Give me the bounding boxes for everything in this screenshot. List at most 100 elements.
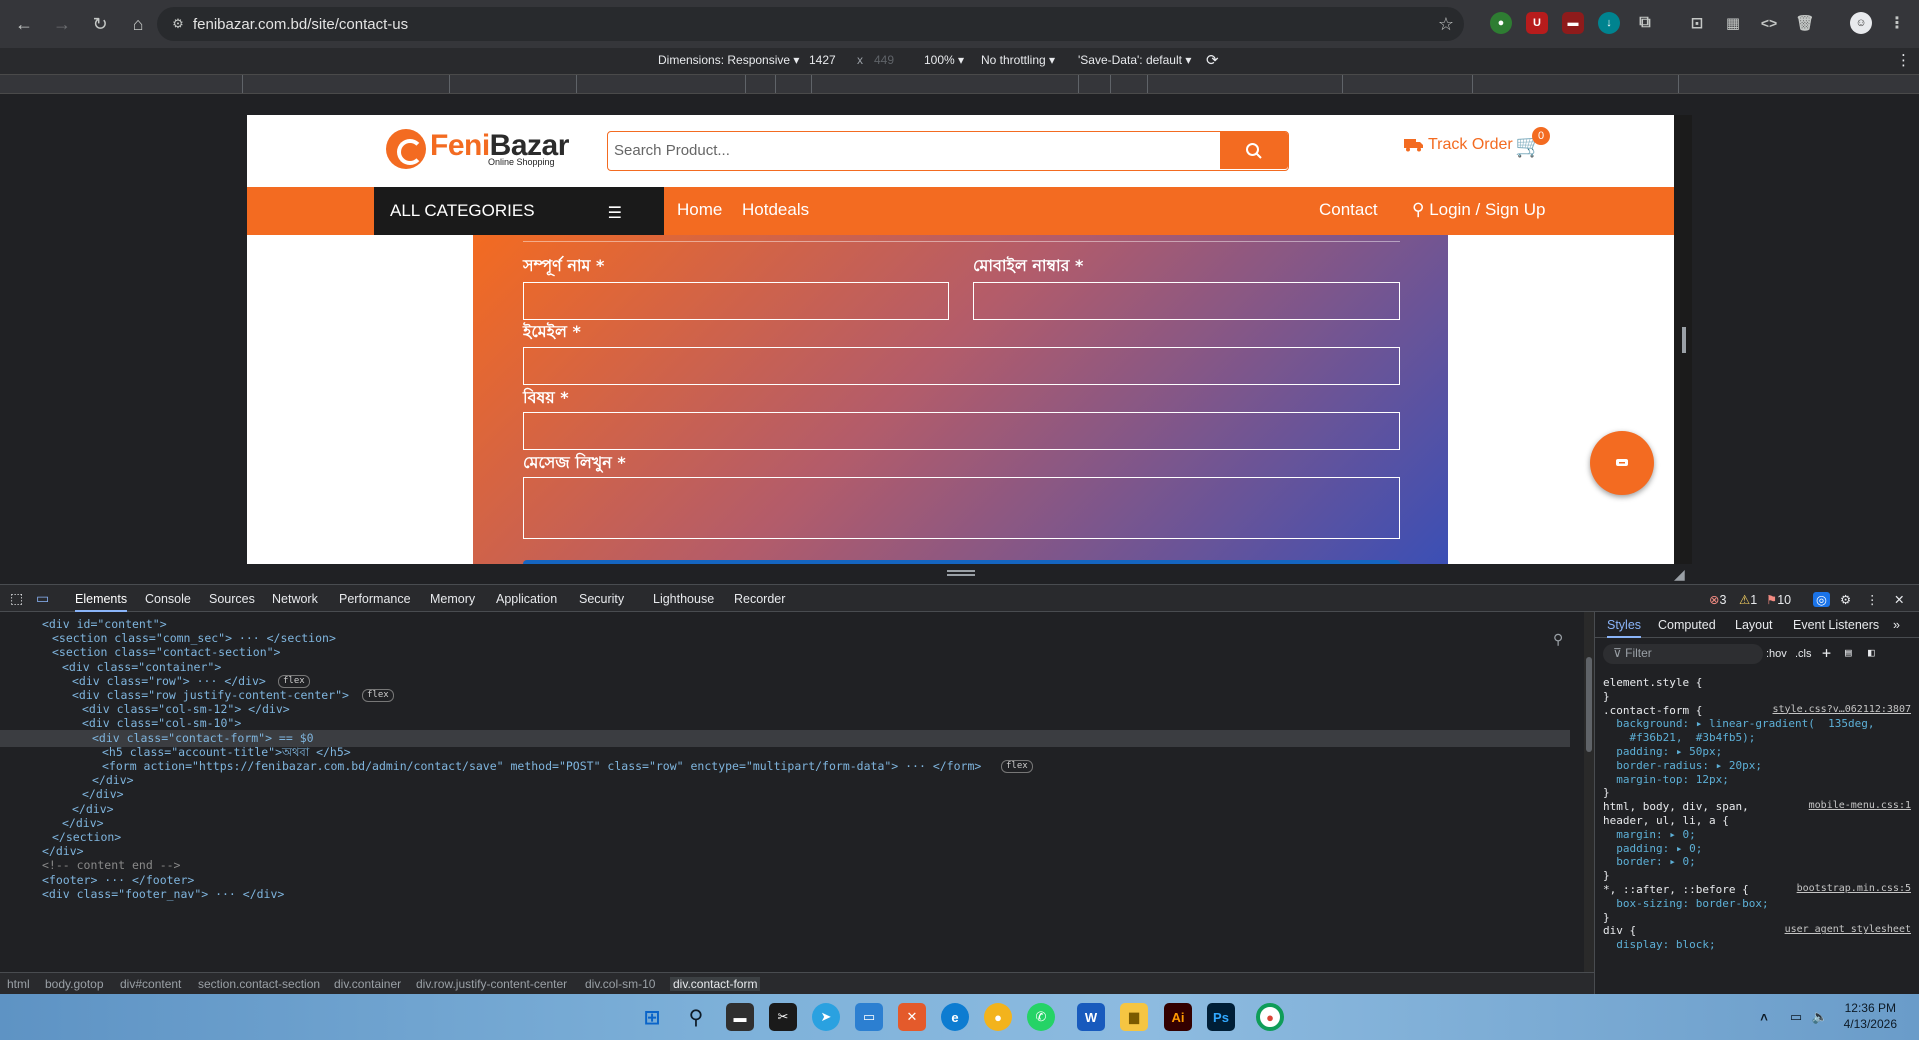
download-extension-icon[interactable]: ↓ bbox=[1598, 12, 1620, 34]
close-devtools-icon[interactable]: ✕ bbox=[1894, 592, 1904, 607]
breadcrumb-item[interactable]: div.row.justify-content-center bbox=[416, 977, 567, 991]
rotate-icon[interactable]: ⟳ bbox=[1206, 51, 1219, 69]
chat-button[interactable] bbox=[1590, 431, 1654, 495]
fenibazar-logo-icon[interactable] bbox=[386, 129, 426, 169]
device-toggle-icon[interactable]: ▭ bbox=[36, 590, 49, 607]
email-input[interactable] bbox=[523, 347, 1400, 385]
css-rule-line[interactable]: #f36b21, #3b4fb5); bbox=[1603, 731, 1755, 744]
css-rule-line[interactable]: padding: ▸ 0; bbox=[1603, 842, 1702, 855]
css-rule-line[interactable]: .contact-form { bbox=[1603, 704, 1702, 717]
qr-code-icon[interactable]: ▦ bbox=[1722, 12, 1744, 34]
breadcrumb-item[interactable]: html bbox=[7, 977, 30, 991]
css-rule-line[interactable]: display: block; bbox=[1603, 938, 1715, 951]
devtools-code-icon[interactable]: <> bbox=[1758, 12, 1780, 34]
ublock-icon[interactable]: U bbox=[1526, 12, 1548, 34]
breadcrumb-item[interactable]: div.col-sm-10 bbox=[585, 977, 655, 991]
css-rule-line[interactable]: border: ▸ 0; bbox=[1603, 855, 1695, 868]
more-tabs-icon[interactable]: » bbox=[1893, 618, 1900, 632]
width-input[interactable]: 1427 bbox=[809, 53, 836, 67]
elements-tree[interactable]: <div id="content"> <section class="comn_s… bbox=[0, 612, 1584, 972]
forward-icon[interactable]: → bbox=[44, 6, 80, 42]
zoom-select[interactable]: 100% ▾ bbox=[924, 53, 964, 67]
screenshot-icon[interactable]: ⊡ bbox=[1686, 12, 1708, 34]
breadcrumb-item[interactable]: body.gotop bbox=[45, 977, 104, 991]
telegram-icon[interactable]: ➤ bbox=[812, 1003, 840, 1031]
url-text[interactable]: fenibazar.com.bd/site/contact-us bbox=[193, 16, 408, 33]
height-input[interactable]: 449 bbox=[874, 53, 894, 67]
error-count[interactable]: ⊗3 bbox=[1709, 592, 1726, 607]
tab-lighthouse[interactable]: Lighthouse bbox=[653, 592, 714, 606]
tab-layout[interactable]: Layout bbox=[1735, 618, 1773, 632]
tray-chevron-icon[interactable]: ˄ bbox=[1750, 1003, 1778, 1031]
tab-memory[interactable]: Memory bbox=[430, 592, 475, 606]
address-bar[interactable]: ⚙ fenibazar.com.bd/site/contact-us ☆ bbox=[157, 7, 1464, 41]
tab-event-listeners[interactable]: Event Listeners bbox=[1793, 618, 1879, 632]
system-clock[interactable]: 12:36 PM 4/13/2026 bbox=[1844, 1000, 1897, 1032]
breadcrumb-item[interactable]: div.container bbox=[334, 977, 401, 991]
css-source-link[interactable]: style.css?v…062112:3807 bbox=[1773, 704, 1911, 715]
photoshop-icon[interactable]: Ps bbox=[1207, 1003, 1235, 1031]
tab-network[interactable]: Network bbox=[272, 592, 318, 606]
paint-icon[interactable]: ▤ bbox=[1845, 646, 1852, 659]
track-order-link[interactable]: Track Order bbox=[1404, 136, 1513, 154]
save-data-select[interactable]: 'Save-Data': default ▾ bbox=[1078, 53, 1191, 67]
dom-node[interactable]: <div class="footer_nav"> ··· </div> bbox=[0, 886, 1570, 903]
app-icon-2[interactable]: ▭ bbox=[855, 1003, 883, 1031]
tab-computed[interactable]: Computed bbox=[1658, 618, 1716, 632]
tab-console[interactable]: Console bbox=[145, 592, 191, 606]
css-source-link[interactable]: user agent stylesheet bbox=[1785, 924, 1911, 935]
css-source-link[interactable]: mobile-menu.css:1 bbox=[1809, 800, 1911, 811]
search-icon[interactable]: ⚲ bbox=[682, 1003, 710, 1031]
css-rule-line[interactable]: html, body, div, span, bbox=[1603, 800, 1749, 813]
volume-icon[interactable]: 🔈 bbox=[1806, 1003, 1834, 1031]
profile-avatar[interactable]: ☺ bbox=[1850, 12, 1872, 34]
extension-icon-1[interactable]: ● bbox=[1490, 12, 1512, 34]
flex-badge[interactable]: flex bbox=[362, 689, 394, 702]
search-button[interactable] bbox=[1220, 132, 1288, 169]
dimensions-select[interactable]: Dimensions: Responsive ▾ bbox=[658, 53, 799, 67]
home-icon[interactable]: ⌂ bbox=[120, 6, 156, 42]
app-icon-3[interactable]: ● bbox=[984, 1003, 1012, 1031]
css-rule-line[interactable]: } bbox=[1603, 786, 1610, 799]
breadcrumb-item[interactable]: section.contact-section bbox=[198, 977, 320, 991]
cls-toggle[interactable]: .cls bbox=[1795, 648, 1812, 660]
css-rule-line[interactable]: margin: ▸ 0; bbox=[1603, 828, 1695, 841]
elements-scrollbar[interactable] bbox=[1584, 612, 1594, 972]
settings-gear-icon[interactable]: ⚙ bbox=[1840, 592, 1851, 607]
chrome-icon[interactable]: ● bbox=[1256, 1003, 1284, 1031]
nav-contact[interactable]: Contact bbox=[1319, 200, 1378, 220]
styles-filter-input[interactable]: ⊽ Filter bbox=[1603, 644, 1763, 664]
reload-icon[interactable]: ↻ bbox=[82, 6, 118, 42]
extensions-puzzle-icon[interactable]: ⧉ bbox=[1634, 12, 1656, 34]
file-explorer-icon[interactable]: ▆ bbox=[1120, 1003, 1148, 1031]
css-source-link[interactable]: bootstrap.min.css:5 bbox=[1797, 883, 1911, 894]
flex-badge[interactable]: flex bbox=[278, 674, 310, 688]
windows-start-icon[interactable]: ⊞ bbox=[638, 1003, 666, 1031]
hov-toggle[interactable]: :hov bbox=[1766, 648, 1787, 660]
word-icon[interactable]: W bbox=[1077, 1003, 1105, 1031]
breadcrumb-item[interactable]: div#content bbox=[120, 977, 181, 991]
tab-sources[interactable]: Sources bbox=[209, 592, 255, 606]
search-input[interactable] bbox=[608, 132, 1218, 169]
css-rule-line[interactable]: div { bbox=[1603, 924, 1636, 937]
full-name-input[interactable] bbox=[523, 282, 949, 320]
accessibility-icon[interactable]: ⚲ bbox=[1553, 632, 1563, 649]
browser-menu-icon[interactable]: ⋮ bbox=[1886, 12, 1908, 34]
nav-hotdeals[interactable]: Hotdeals bbox=[742, 200, 809, 220]
submit-button[interactable] bbox=[523, 560, 1400, 564]
capcut-icon[interactable]: ✂ bbox=[769, 1003, 797, 1031]
media-query-ruler[interactable] bbox=[0, 74, 1919, 94]
tab-performance[interactable]: Performance bbox=[339, 592, 411, 606]
inspect-element-icon[interactable]: ⬚ bbox=[10, 590, 23, 607]
throttling-select[interactable]: No throttling ▾ bbox=[981, 53, 1055, 67]
css-rule-line[interactable]: } bbox=[1603, 911, 1610, 924]
tab-recorder[interactable]: Recorder bbox=[734, 592, 785, 606]
css-rule-line[interactable]: header, ul, li, a { bbox=[1603, 814, 1729, 827]
tab-application[interactable]: Application bbox=[496, 592, 557, 606]
css-rule-line[interactable]: border-radius: ▸ 20px; bbox=[1603, 759, 1762, 772]
css-rule-line[interactable]: box-sizing: border-box; bbox=[1603, 897, 1768, 910]
issues-count[interactable]: ⚑10 bbox=[1766, 592, 1791, 607]
nav-home[interactable]: Home bbox=[677, 200, 722, 220]
ai-assistance-icon[interactable]: ◎ bbox=[1813, 592, 1830, 607]
css-rule-line[interactable]: } bbox=[1603, 690, 1610, 703]
